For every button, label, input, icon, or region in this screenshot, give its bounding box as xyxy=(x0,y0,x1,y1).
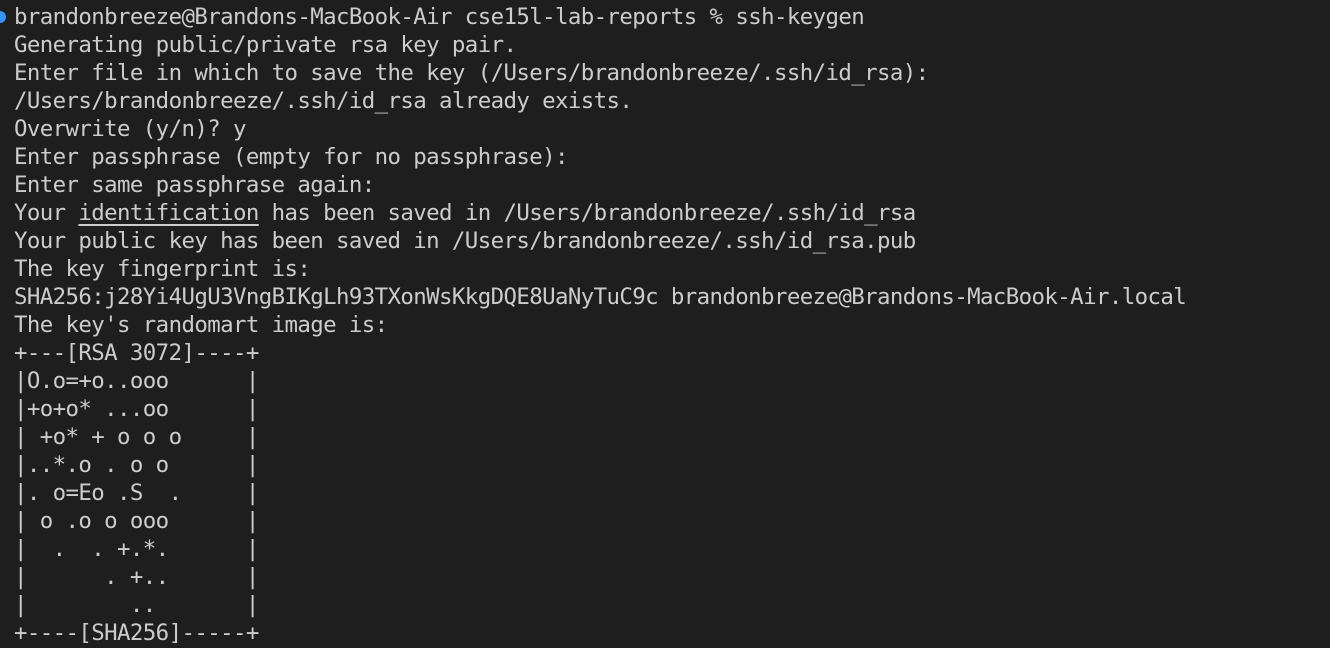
randomart-line: +---[RSA 3072]----+ xyxy=(14,340,259,366)
randomart-line: |+o+o* ...oo | xyxy=(14,396,259,422)
command-text: ssh-keygen xyxy=(735,4,865,30)
command-decoration-icon[interactable] xyxy=(0,11,6,23)
output-line: Your identification has been saved in /U… xyxy=(14,199,1330,227)
output-line: Enter passphrase (empty for no passphras… xyxy=(14,144,568,170)
output-text: has been saved in /Users/brandonbreeze/.… xyxy=(258,200,917,226)
randomart-line: +----[SHA256]-----+ xyxy=(14,620,259,646)
randomart-line: |O.o=+o..ooo | xyxy=(14,368,259,394)
randomart-line: |..*.o . o o | xyxy=(14,452,259,478)
output-line: Enter same passphrase again: xyxy=(14,172,375,198)
identification-link[interactable]: identification xyxy=(78,200,259,226)
randomart-line: |. o=Eo .S . | xyxy=(14,480,259,506)
terminal-window[interactable]: brandonbreeze@Brandons-MacBook-Air cse15… xyxy=(0,0,1330,648)
shell-prompt: brandonbreeze@Brandons-MacBook-Air cse15… xyxy=(14,4,736,30)
randomart-line: | o .o o ooo | xyxy=(14,508,259,534)
fingerprint-line: SHA256:j28Yi4UgU3VngBIKgLh93TXonWsKkgDQE… xyxy=(14,284,1187,310)
output-line: The key fingerprint is: xyxy=(14,256,311,282)
output-line: Generating public/private rsa key pair. xyxy=(14,32,517,58)
output-line: Overwrite (y/n)? y xyxy=(14,116,246,142)
output-line: The key's randomart image is: xyxy=(14,312,388,338)
randomart-line: | .. | xyxy=(14,592,259,618)
randomart-line: | . . +.*. | xyxy=(14,536,259,562)
output-line: /Users/brandonbreeze/.ssh/id_rsa already… xyxy=(14,88,633,114)
prompt-line: brandonbreeze@Brandons-MacBook-Air cse15… xyxy=(14,3,1330,31)
output-text: Your xyxy=(14,200,79,226)
randomart-line: | +o* + o o o | xyxy=(14,424,259,450)
output-line: Enter file in which to save the key (/Us… xyxy=(14,60,929,86)
output-line: Your public key has been saved in /Users… xyxy=(14,228,916,254)
randomart-line: | . +.. | xyxy=(14,564,259,590)
